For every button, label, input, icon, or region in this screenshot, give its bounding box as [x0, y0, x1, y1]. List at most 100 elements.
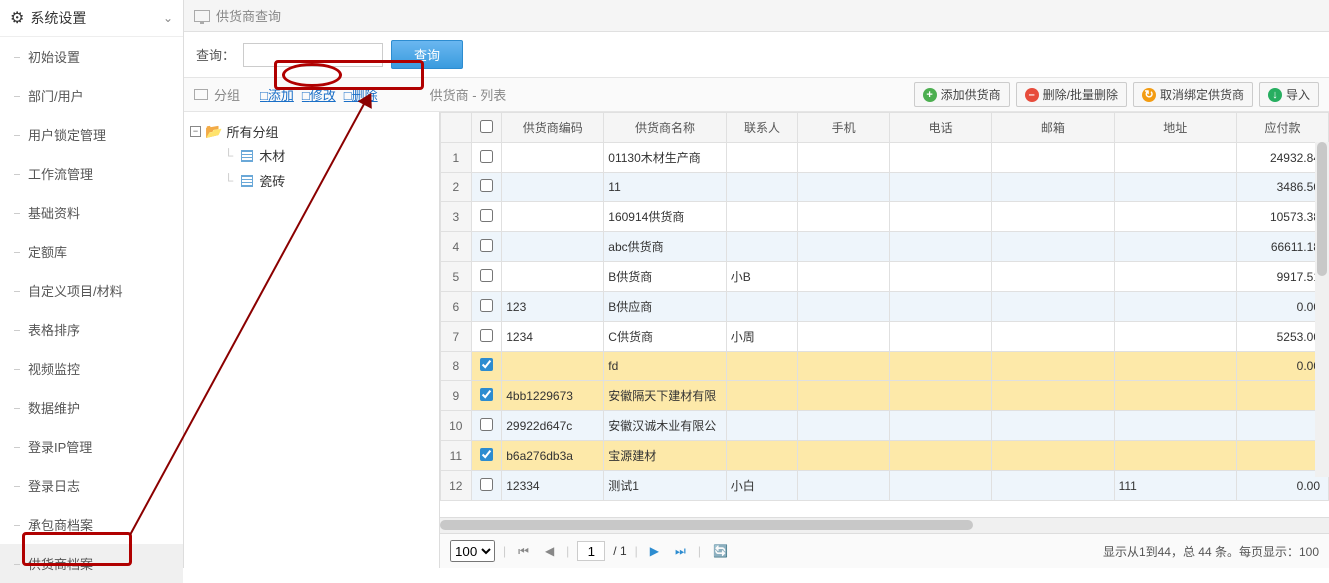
th-mobile[interactable]: 手机 — [798, 113, 890, 143]
cell-name: 测试1 — [604, 471, 726, 501]
tree-child-1[interactable]: └瓷砖 — [224, 168, 433, 193]
row-checkbox[interactable] — [480, 150, 493, 163]
toolbar-row: 分组 □添加 □修改 □删除 供货商 - 列表 +添加供货商 –删除/批量删除 … — [184, 77, 1329, 112]
table-row[interactable]: 5B供货商小B9917.51 — [441, 262, 1329, 292]
refresh-button[interactable]: 🔄 — [709, 544, 732, 558]
row-checkbox[interactable] — [480, 448, 493, 461]
cell-mobile — [798, 292, 890, 322]
cell-mobile — [798, 202, 890, 232]
sidebar-item-7[interactable]: 表格排序 — [0, 310, 183, 349]
row-checkbox[interactable] — [480, 239, 493, 252]
horizontal-scrollbar[interactable] — [440, 517, 1329, 533]
row-checkbox[interactable] — [480, 299, 493, 312]
table-row[interactable]: 101130木材生产商24932.84 — [441, 143, 1329, 173]
group-label: 分组 — [214, 85, 240, 104]
row-checkbox[interactable] — [480, 179, 493, 192]
cell-rownum: 10 — [441, 411, 472, 441]
table-row[interactable]: 2113486.50 — [441, 173, 1329, 202]
next-page-button[interactable]: ▶ — [646, 544, 663, 558]
group-del-link[interactable]: □删除 — [344, 85, 378, 104]
table-row[interactable]: 71234C供货商小周5253.00 — [441, 322, 1329, 352]
sidebar-item-1[interactable]: 部门/用户 — [0, 76, 183, 115]
table-row[interactable]: 1212334测试1小白1110.00 — [441, 471, 1329, 501]
sidebar-item-8[interactable]: 视频监控 — [0, 349, 183, 388]
table-row[interactable]: 94bb1229673安徽隔天下建材有限 — [441, 381, 1329, 411]
row-checkbox[interactable] — [480, 418, 493, 431]
import-button[interactable]: ↓导入 — [1259, 82, 1319, 107]
sidebar-item-3[interactable]: 工作流管理 — [0, 154, 183, 193]
th-code[interactable]: 供货商编码 — [502, 113, 604, 143]
cell-contact — [726, 411, 797, 441]
cell-checkbox — [471, 441, 502, 471]
row-checkbox[interactable] — [480, 478, 493, 491]
unbind-supplier-button[interactable]: ↻取消绑定供货商 — [1133, 82, 1253, 107]
cell-code: b6a276db3a — [502, 441, 604, 471]
cell-checkbox — [471, 262, 502, 292]
cell-contact — [726, 202, 797, 232]
table-row[interactable]: 4abc供货商66611.18 — [441, 232, 1329, 262]
delete-supplier-button[interactable]: –删除/批量删除 — [1016, 82, 1127, 107]
sidebar-item-6[interactable]: 自定义项目/材料 — [0, 271, 183, 310]
sidebar-item-4[interactable]: 基础资料 — [0, 193, 183, 232]
cell-contact — [726, 292, 797, 322]
refresh-icon: ↻ — [1142, 88, 1156, 102]
cell-name: 安徽隔天下建材有限 — [604, 381, 726, 411]
sidebar-item-11[interactable]: 登录日志 — [0, 466, 183, 505]
sidebar-item-9[interactable]: 数据维护 — [0, 388, 183, 427]
group-edit-link[interactable]: □修改 — [302, 85, 336, 104]
add-supplier-button[interactable]: +添加供货商 — [914, 82, 1010, 107]
sidebar-item-13[interactable]: 供货商档案 — [0, 544, 183, 583]
cell-email — [992, 381, 1114, 411]
cell-code — [502, 232, 604, 262]
th-phone[interactable]: 电话 — [890, 113, 992, 143]
th-name[interactable]: 供货商名称 — [604, 113, 726, 143]
group-add-link[interactable]: □添加 — [260, 85, 294, 104]
th-contact[interactable]: 联系人 — [726, 113, 797, 143]
table-row[interactable]: 1029922d647c安徽汉诚木业有限公 — [441, 411, 1329, 441]
sidebar-item-0[interactable]: 初始设置 — [0, 37, 183, 76]
cell-name: C供货商 — [604, 322, 726, 352]
first-page-button[interactable]: ⏮ — [514, 544, 533, 559]
tree-child-0[interactable]: └木材 — [224, 143, 433, 168]
sidebar-item-2[interactable]: 用户锁定管理 — [0, 115, 183, 154]
cell-name: abc供货商 — [604, 232, 726, 262]
select-all-checkbox[interactable] — [480, 120, 493, 133]
tree-root-label: 所有分组 — [226, 122, 278, 141]
plus-icon: + — [923, 88, 937, 102]
tree-toggle-icon[interactable]: − — [190, 126, 201, 137]
vertical-scrollbar[interactable] — [1315, 142, 1329, 477]
prev-page-button[interactable]: ◀ — [541, 544, 558, 558]
page-input[interactable] — [577, 541, 605, 561]
search-input[interactable] — [243, 43, 383, 67]
row-checkbox[interactable] — [480, 269, 493, 282]
cell-name: B供货商 — [604, 262, 726, 292]
content-split: − 📂 所有分组 └木材└瓷砖 — [184, 112, 1329, 568]
table-row[interactable]: 6123B供应商0.00 — [441, 292, 1329, 322]
page-size-select[interactable]: 100 — [450, 540, 495, 562]
sidebar-item-10[interactable]: 登录IP管理 — [0, 427, 183, 466]
grid-wrap[interactable]: 供货商编码 供货商名称 联系人 手机 电话 邮箱 地址 应付款 101130木材… — [440, 112, 1329, 517]
sidebar-header[interactable]: ⚙ 系统设置 ⌄ — [0, 0, 183, 37]
table-row[interactable]: 3160914供货商10573.38 — [441, 202, 1329, 232]
table-row[interactable]: 11b6a276db3a宝源建材 — [441, 441, 1329, 471]
th-email[interactable]: 邮箱 — [992, 113, 1114, 143]
sidebar-item-12[interactable]: 承包商档案 — [0, 505, 183, 544]
sidebar-item-5[interactable]: 定额库 — [0, 232, 183, 271]
th-checkbox — [471, 113, 502, 143]
row-checkbox[interactable] — [480, 329, 493, 342]
table-row[interactable]: 8fd0.00 — [441, 352, 1329, 381]
doc-icon — [241, 150, 253, 162]
row-checkbox[interactable] — [480, 209, 493, 222]
search-button[interactable]: 查询 — [391, 40, 463, 69]
cell-phone — [890, 471, 992, 501]
monitor-icon — [194, 89, 208, 100]
tree-root[interactable]: − 📂 所有分组 — [190, 120, 433, 143]
th-payable[interactable]: 应付款 — [1237, 113, 1329, 143]
table-area: 供货商编码 供货商名称 联系人 手机 电话 邮箱 地址 应付款 101130木材… — [440, 112, 1329, 568]
last-page-button[interactable]: ⏭ — [671, 544, 690, 559]
row-checkbox[interactable] — [480, 358, 493, 371]
th-address[interactable]: 地址 — [1114, 113, 1236, 143]
row-checkbox[interactable] — [480, 388, 493, 401]
download-icon: ↓ — [1268, 88, 1282, 102]
cell-address — [1114, 202, 1236, 232]
